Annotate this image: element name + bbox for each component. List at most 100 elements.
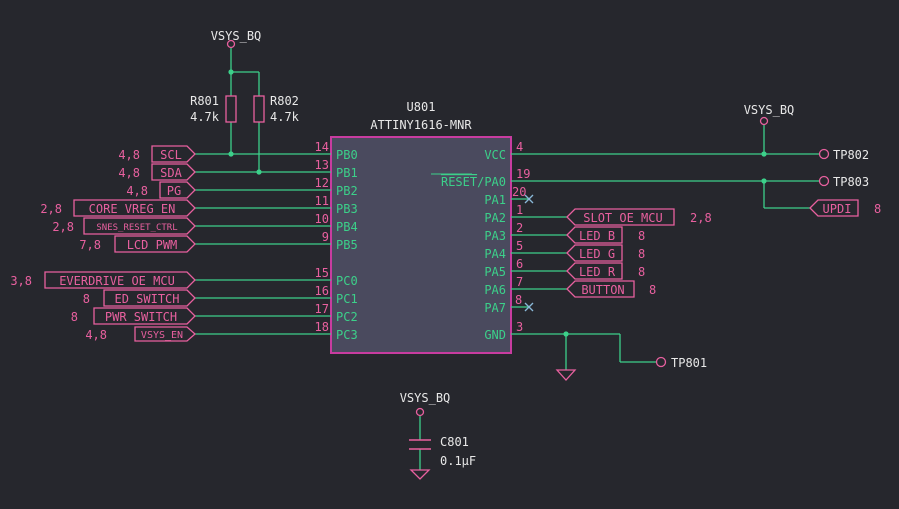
svg-text:CORE_VREG_EN: CORE_VREG_EN [89, 202, 176, 216]
resistor-ref: R801 [190, 94, 219, 108]
cross-reference: 8 [83, 292, 90, 306]
net-label-button[interactable]: BUTTON 8 [566, 280, 656, 298]
cross-reference: 3,8 [10, 274, 32, 288]
svg-text:EVERDRIVE_OE_MCU: EVERDRIVE_OE_MCU [59, 274, 175, 288]
net-label-led-g[interactable]: LED_G 8 [566, 244, 645, 262]
pin-name: PA2 [484, 211, 506, 225]
net-label-slot-oe-mcu[interactable]: SLOT_OE_MCU 2,8 [566, 208, 712, 226]
pin-number: 19 [516, 167, 530, 181]
cross-reference: 7,8 [79, 238, 101, 252]
svg-text:SLOT_OE_MCU: SLOT_OE_MCU [583, 211, 662, 225]
cross-reference: 4,8 [118, 148, 140, 162]
pin-name: PB5 [336, 238, 358, 252]
pin-name-reset: RESET/PA0 [441, 175, 506, 189]
pin-number: 20 [512, 185, 526, 199]
capacitor-c801[interactable] [409, 439, 431, 450]
net-label-led-r[interactable]: LED_R 8 [566, 262, 645, 280]
pin-name: PB4 [336, 220, 358, 234]
pin-number: 8 [515, 293, 522, 307]
pin-name: PC0 [336, 274, 358, 288]
pin-name: PA4 [484, 247, 506, 261]
resistor-value: 4.7k [270, 110, 300, 124]
cross-reference: 2,8 [52, 220, 74, 234]
pin-name: PA5 [484, 265, 506, 279]
pin-name: PB2 [336, 184, 358, 198]
cross-reference: 8 [638, 265, 645, 279]
test-point-icon[interactable] [818, 175, 830, 187]
cross-reference: 8 [638, 247, 645, 261]
pin-number: 12 [315, 176, 329, 190]
junction-dot [563, 331, 569, 337]
resistor-r801[interactable] [225, 95, 237, 123]
pin-number: 3 [516, 320, 523, 334]
net-label-snes-reset-ctrl[interactable]: SNES_RESET_CTRL 2,8 [52, 217, 196, 235]
pin-name: PB1 [336, 166, 358, 180]
power-net-label: VSYS_BQ [211, 29, 262, 43]
net-label-lcd-pwm[interactable]: LCD_PWM 7,8 [79, 235, 196, 253]
cross-reference: 2,8 [40, 202, 62, 216]
svg-text:PWR_SWITCH: PWR_SWITCH [105, 310, 177, 324]
pin-name: PA3 [484, 229, 506, 243]
net-label-core-vreg-en[interactable]: CORE_VREG_EN 2,8 [40, 199, 196, 217]
cross-reference: 8 [649, 283, 656, 297]
power-symbol-icon [415, 407, 425, 417]
svg-text:LED_G: LED_G [579, 247, 615, 261]
pin-name: PB0 [336, 148, 358, 162]
cross-reference: 4,8 [85, 328, 107, 342]
junction-dot [761, 178, 767, 184]
svg-text:BUTTON: BUTTON [581, 283, 624, 297]
reset-pin-suffix: /PA0 [477, 175, 506, 189]
net-label-sda[interactable]: SDA 4,8 [118, 163, 196, 181]
test-point-icon[interactable] [818, 148, 830, 160]
svg-text:SNES_RESET_CTRL: SNES_RESET_CTRL [96, 223, 177, 233]
cross-reference: 2,8 [690, 211, 712, 225]
cross-reference: 8 [874, 202, 881, 216]
net-label-led-b[interactable]: LED_B 8 [566, 226, 645, 244]
pin-name: PA7 [484, 301, 506, 315]
capacitor-value: 0.1µF [440, 454, 476, 468]
net-label-ed-switch[interactable]: ED_SWITCH 8 [83, 289, 196, 307]
net-label-pg[interactable]: PG 4,8 [126, 181, 196, 199]
test-point-icon[interactable] [655, 356, 667, 368]
svg-text:ED_SWITCH: ED_SWITCH [114, 292, 179, 306]
pin-name: PB3 [336, 202, 358, 216]
resistor-value: 4.7k [190, 110, 220, 124]
svg-text:LCD_PWM: LCD_PWM [127, 238, 178, 252]
net-label-scl[interactable]: SCL 4,8 [118, 145, 196, 163]
net-label-vsys-en[interactable]: VSYS_EN 4,8 [85, 326, 196, 342]
pin-number: 6 [516, 257, 523, 271]
ic-ref: U801 [407, 100, 436, 114]
junction-dot [761, 151, 767, 157]
svg-text:PG: PG [167, 184, 181, 198]
net-label-everdrive-oe-mcu[interactable]: EVERDRIVE_OE_MCU 3,8 [10, 271, 196, 289]
ground-icon [409, 469, 431, 480]
pin-number: 10 [315, 212, 329, 226]
pin-name: PC2 [336, 310, 358, 324]
pin-number: 14 [315, 140, 329, 154]
svg-text:UPDI: UPDI [823, 202, 852, 216]
net-label-pwr-switch[interactable]: PWR_SWITCH 8 [71, 307, 196, 325]
pin-number: 18 [315, 320, 329, 334]
pin-name: PA6 [484, 283, 506, 297]
pin-number: 13 [315, 158, 329, 172]
power-symbol-icon [759, 116, 769, 126]
pin-name: VCC [484, 148, 506, 162]
svg-text:LED_R: LED_R [579, 265, 616, 279]
pin-number: 7 [516, 275, 523, 289]
test-point-tp802: TP802 [833, 148, 869, 162]
cross-reference: 4,8 [118, 166, 140, 180]
resistor-r802[interactable] [253, 95, 265, 123]
test-point-tp801: TP801 [671, 356, 707, 370]
power-net-label: VSYS_BQ [744, 103, 795, 117]
pin-number: 5 [516, 239, 523, 253]
ground-icon [555, 369, 577, 381]
schematic-canvas: U801 ATTINY1616-MNR 14 PB0 13 PB1 12 PB2… [10, 29, 881, 480]
junction-dot [256, 169, 262, 175]
ic-body[interactable] [330, 136, 512, 354]
net-label-updi[interactable]: UPDI 8 [809, 199, 881, 217]
pin-number: 1 [516, 203, 523, 217]
pin-number: 9 [322, 230, 329, 244]
ic-part: ATTINY1616-MNR [370, 118, 472, 132]
pin-name: GND [484, 328, 506, 342]
cross-reference: 8 [638, 229, 645, 243]
